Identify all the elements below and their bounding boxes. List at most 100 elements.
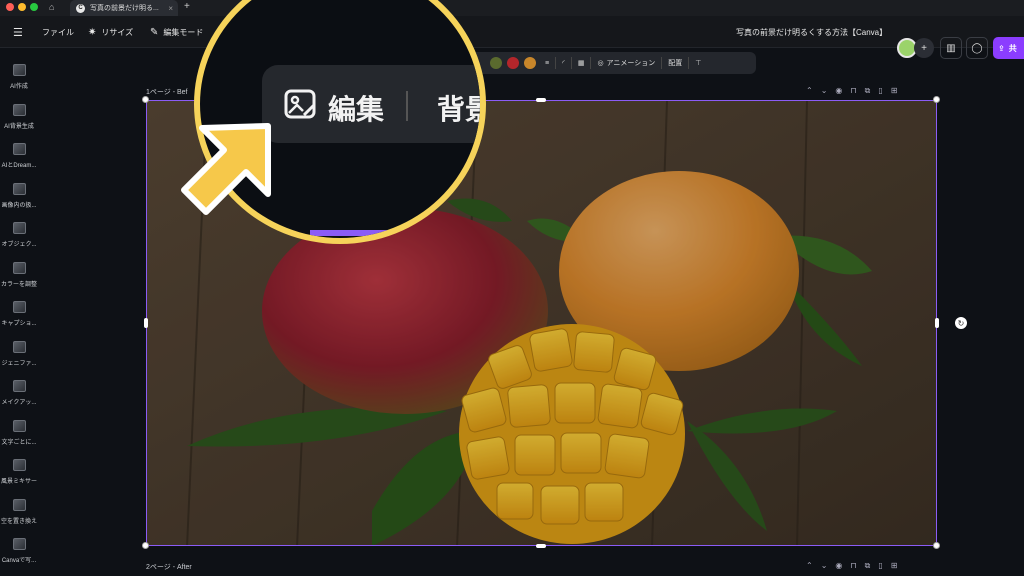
pointer-arrow-icon: [181, 123, 271, 215]
transparency-icon[interactable]: ▦: [578, 59, 585, 67]
magnified-toolbar: 編集 背景: [262, 65, 480, 143]
add-collaborator-button[interactable]: +: [914, 38, 934, 58]
lock-icon[interactable]: ⊓: [850, 561, 856, 571]
share-label: 共: [1008, 43, 1017, 53]
rotate-icon[interactable]: ↻: [955, 317, 967, 329]
divider: [661, 57, 663, 69]
app-thumbnail-icon: [12, 341, 26, 353]
magnified-edit-label[interactable]: 編集: [328, 88, 384, 128]
divider: [570, 57, 572, 69]
menu-icon[interactable]: ☰: [13, 16, 23, 48]
resize-handle-right[interactable]: [935, 318, 939, 328]
duplicate-icon[interactable]: ⧉: [865, 86, 871, 96]
sidebar-item-adjust-color[interactable]: カラーを調整: [0, 258, 38, 296]
tab-title: 写真の前景だけ明る...: [90, 5, 159, 12]
eye-icon[interactable]: ◉: [835, 86, 842, 96]
app-thumbnail-icon: [12, 420, 26, 432]
app-thumbnail-icon: [12, 262, 26, 274]
selection-border-magnified: [310, 230, 480, 236]
animation-button[interactable]: アニメーション: [607, 58, 656, 68]
paint-roller-icon[interactable]: ⊤: [695, 59, 701, 67]
animation-icon: ◎: [597, 60, 604, 67]
maximize-window-button[interactable]: [30, 3, 38, 11]
apps-sidebar: AI作成 AI背景生成 AIとDream... 画像内の扱... オブジェク..…: [0, 48, 38, 576]
resize-handle-bottom[interactable]: [536, 544, 546, 548]
sidebar-item-caption[interactable]: キャプショ...: [0, 297, 38, 335]
color-swatch-orange[interactable]: [524, 57, 536, 69]
file-menu[interactable]: ファイル: [42, 16, 74, 48]
divider: [590, 57, 592, 69]
home-icon[interactable]: ⌂: [49, 2, 54, 12]
trash-icon[interactable]: ▯: [878, 86, 882, 96]
browser-tab[interactable]: C 写真の前景だけ明る... ×: [70, 0, 178, 16]
add-page-icon[interactable]: ⊞: [891, 561, 898, 571]
app-thumbnail-icon: [12, 301, 26, 313]
browser-tab-bar: ⌂ C 写真の前景だけ明る... × +: [0, 0, 1024, 16]
pencil-icon: ✎: [150, 26, 159, 38]
insights-chart-icon[interactable]: ▥: [940, 37, 962, 59]
resize-handle-bottom-left[interactable]: [142, 542, 149, 549]
divider: [555, 57, 557, 69]
editor-toolbar: ☰ ファイル ✷ リサイズ ✎ 編集モード 写真の前景だけ明るくする方法【Can…: [0, 16, 1024, 59]
app-thumbnail-icon: [12, 222, 26, 234]
element-context-toolbar: ≡ ◜ ▦ ◎ アニメーション 配置 ⊤: [470, 52, 756, 74]
app-thumbnail-icon: [12, 64, 26, 76]
divider: [688, 57, 690, 69]
document-title[interactable]: 写真の前景だけ明るくする方法【Canva】: [736, 16, 887, 48]
lock-icon[interactable]: ⊓: [850, 86, 856, 96]
sidebar-item-image-edit[interactable]: 画像内の扱...: [0, 179, 38, 217]
eye-icon[interactable]: ◉: [835, 561, 842, 571]
app-thumbnail-icon: [12, 143, 26, 155]
page-2-actions: ⌃ ⌄ ◉ ⊓ ⧉ ▯ ⊞: [806, 561, 897, 571]
close-window-button[interactable]: [6, 3, 14, 11]
share-button[interactable]: ⇪ 共: [993, 37, 1024, 59]
trash-icon[interactable]: ▯: [878, 561, 882, 571]
chevron-down-icon[interactable]: ⌄: [821, 86, 828, 96]
tab-close-icon[interactable]: ×: [168, 4, 173, 13]
resize-handle-top[interactable]: [536, 98, 546, 102]
sidebar-item-object[interactable]: オブジェク...: [0, 218, 38, 256]
position-button[interactable]: 配置: [668, 58, 682, 68]
magnified-background-label[interactable]: 背景: [437, 88, 480, 128]
app-thumbnail-icon: [12, 499, 26, 511]
sidebar-item-ai-create[interactable]: AI作成: [0, 60, 38, 98]
sidebar-item-landscape-mixer[interactable]: 風景ミキサー: [0, 455, 38, 493]
resize-handle-bottom-right[interactable]: [933, 542, 940, 549]
edit-image-icon: [284, 89, 316, 119]
upload-icon: ⇪: [998, 43, 1005, 53]
corner-radius-icon[interactable]: ◜: [562, 59, 565, 67]
comment-icon[interactable]: ◯: [966, 37, 988, 59]
chevron-up-icon[interactable]: ⌃: [806, 86, 813, 96]
sparkle-crown-icon: ✷: [88, 26, 97, 38]
add-page-icon[interactable]: ⊞: [891, 86, 898, 96]
resize-button[interactable]: ✷ リサイズ: [88, 16, 133, 48]
resize-handle-top-left[interactable]: [142, 96, 149, 103]
resize-handle-left[interactable]: [144, 318, 148, 328]
divider: [406, 91, 408, 121]
color-swatch-red[interactable]: [507, 57, 519, 69]
resize-label: リサイズ: [101, 27, 134, 37]
app-thumbnail-icon: [12, 183, 26, 195]
line-weight-icon[interactable]: ≡: [545, 60, 549, 67]
sidebar-item-canva-photo[interactable]: Canvaで写...: [0, 534, 38, 572]
page-1-label[interactable]: 1ページ - Bef: [146, 87, 187, 97]
sidebar-item-ai-background[interactable]: AI背景生成: [0, 100, 38, 138]
page-1-actions: ⌃ ⌄ ◉ ⊓ ⧉ ▯ ⊞: [806, 86, 897, 96]
edit-mode-button[interactable]: ✎ 編集モード: [150, 16, 203, 48]
duplicate-icon[interactable]: ⧉: [865, 561, 871, 571]
sidebar-item-per-character[interactable]: 文字ごとに...: [0, 416, 38, 454]
sidebar-item-ai-dream[interactable]: AIとDream...: [0, 139, 38, 177]
app-thumbnail-icon: [12, 538, 26, 550]
minimize-window-button[interactable]: [18, 3, 26, 11]
new-tab-button[interactable]: +: [184, 1, 190, 12]
sidebar-item-replace-sky[interactable]: 空を置き換え: [0, 495, 38, 533]
sidebar-item-jennifer[interactable]: ジェニファ...: [0, 337, 38, 375]
edit-mode-label: 編集モード: [163, 27, 204, 37]
chevron-down-icon[interactable]: ⌄: [821, 561, 828, 571]
resize-handle-top-right[interactable]: [933, 96, 940, 103]
canva-favicon-icon: C: [76, 3, 85, 13]
color-swatch-green[interactable]: [490, 57, 502, 69]
page-2-label[interactable]: 2ページ - After: [146, 562, 192, 572]
sidebar-item-makeup[interactable]: メイクアッ...: [0, 376, 38, 414]
chevron-up-icon[interactable]: ⌃: [806, 561, 813, 571]
